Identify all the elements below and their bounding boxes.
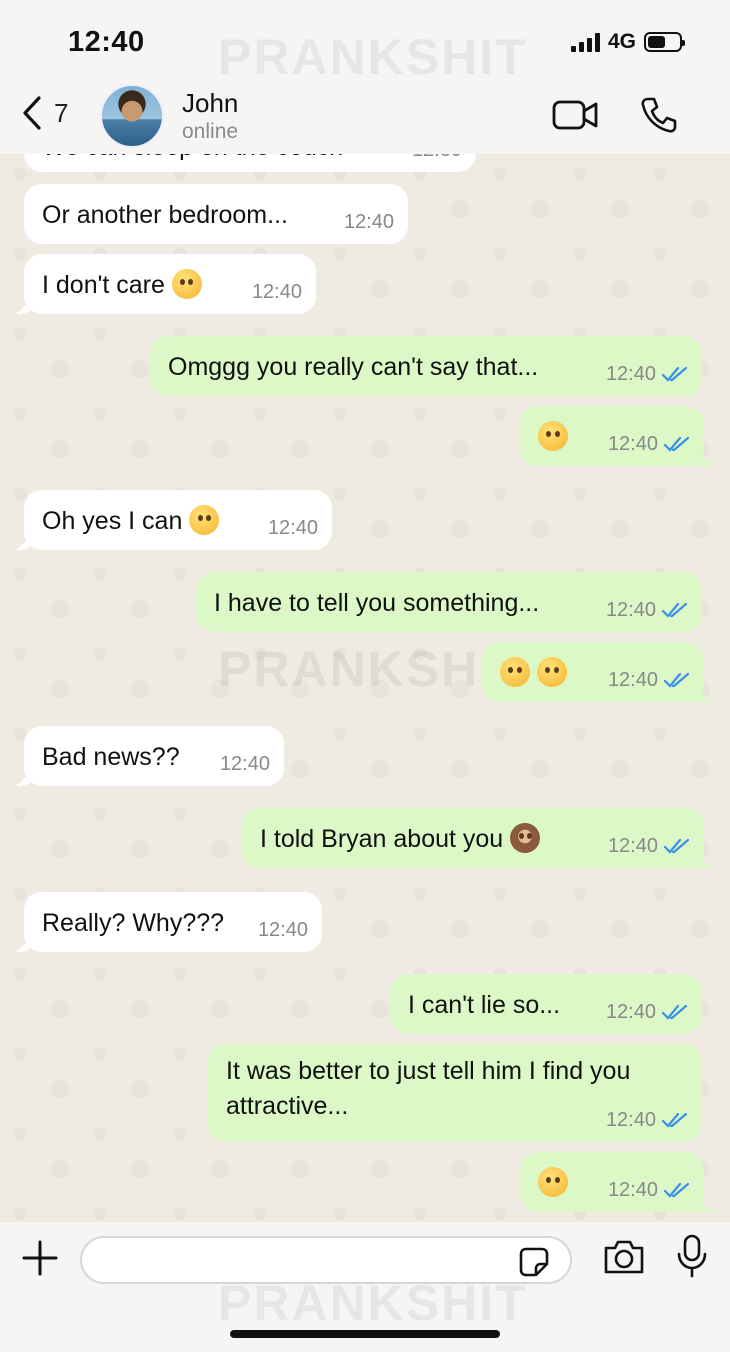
attach-button[interactable] [20, 1238, 60, 1283]
message-bubble[interactable]: Really? Why??? 12:40 [24, 892, 322, 952]
message-bubble[interactable]: Bad news?? 12:40 [24, 726, 284, 786]
message-text: I can't lie so... [408, 991, 561, 1019]
message-time: 12:40 [267, 517, 318, 539]
message-bubble[interactable]: I told Bryan about you 12:40 [242, 808, 704, 868]
message-time: 12:40 [343, 211, 394, 233]
double-check-icon [662, 1004, 688, 1020]
message-text: I don't care [42, 271, 165, 299]
camera-icon [604, 1240, 644, 1274]
camera-button[interactable] [602, 1238, 646, 1281]
message-bubble[interactable]: I can't lie so... 12:40 [390, 974, 702, 1034]
unread-count: 7 [54, 97, 69, 128]
sticker-button[interactable] [518, 1246, 550, 1283]
back-button[interactable]: 7 [22, 96, 68, 130]
double-check-icon [664, 672, 690, 688]
message-text: Omggg you really can't say that... [168, 353, 539, 381]
chat-header: 7 John online [0, 80, 730, 154]
message-text: I told Bryan about you [260, 825, 504, 853]
message-input[interactable] [80, 1236, 572, 1284]
message-bubble[interactable]: 12:40 [482, 642, 704, 702]
message-time: 12:40 [605, 363, 656, 385]
video-camera-icon [552, 100, 598, 130]
message-text: Really? Why??? [42, 909, 225, 937]
flushed-face-icon [500, 657, 530, 687]
chat-area[interactable]: PRANKSHIT We can sleep on the couch 12:3… [0, 154, 730, 1222]
voice-call-button[interactable] [640, 96, 678, 139]
video-call-button[interactable] [552, 98, 600, 137]
message-time: 12:40 [607, 835, 658, 857]
chevron-left-icon [23, 96, 41, 130]
double-check-icon [662, 1112, 688, 1128]
message-text: Or another bedroom... [42, 201, 288, 229]
message-bubble[interactable]: Or another bedroom... 12:40 [24, 184, 408, 244]
status-indicators: 4G [570, 30, 685, 54]
phone-icon [641, 97, 677, 133]
microphone-icon [677, 1234, 707, 1278]
double-check-icon [664, 436, 690, 452]
contact-status: online [182, 120, 239, 143]
battery-icon [644, 32, 685, 52]
face-with-hand-over-mouth-icon [538, 1167, 568, 1197]
status-time: 12:40 [68, 26, 145, 58]
message-bubble[interactable]: Oh yes I can 12:40 [24, 490, 332, 550]
avatar[interactable] [100, 84, 164, 148]
flushed-face-icon [536, 657, 567, 687]
message-bubble-partial[interactable]: We can sleep on the couch 12:39 [24, 154, 476, 172]
message-time: 12:40 [605, 1001, 656, 1023]
composer-bar: PRANKSHIT [0, 1222, 730, 1352]
double-check-icon [662, 366, 688, 382]
message-time: 12:40 [605, 599, 656, 621]
see-no-evil-monkey-icon [510, 823, 541, 853]
double-check-icon [662, 602, 688, 618]
message-text: Oh yes I can [42, 507, 183, 535]
message-time: 12:40 [605, 1109, 656, 1131]
network-type: 4G [607, 30, 636, 53]
contact-name[interactable]: John [182, 88, 238, 119]
message-time: 12:40 [251, 281, 302, 303]
message-time: 12:40 [607, 1179, 658, 1201]
double-check-icon [664, 1182, 690, 1198]
squinting-tongue-face-icon [171, 269, 202, 299]
message-time: 12:40 [257, 919, 308, 941]
grinning-sweat-face-icon [538, 421, 568, 451]
message-time: 12:40 [607, 669, 658, 691]
message-bubble[interactable]: 12:40 [520, 1152, 704, 1212]
message-time: 12:40 [219, 753, 270, 775]
message-text: I have to tell you something... [214, 589, 540, 617]
status-bar: 12:40 4G [0, 0, 730, 80]
plus-icon [22, 1240, 58, 1276]
signal-icon [570, 32, 600, 52]
message-bubble[interactable]: 12:40 [520, 406, 704, 466]
message-bubble[interactable]: I don't care 12:40 [24, 254, 316, 314]
message-text: Bad news?? [42, 743, 180, 771]
mic-button[interactable] [676, 1234, 708, 1283]
message-bubble[interactable]: I have to tell you something... 12:40 [196, 572, 702, 632]
message-text: We can sleep on the couch [42, 154, 343, 165]
double-check-icon [664, 838, 690, 854]
home-indicator[interactable] [230, 1330, 500, 1338]
sticker-icon [519, 1247, 549, 1277]
message-bubble[interactable]: It was better to just tell him I find yo… [208, 1044, 702, 1142]
message-time: 12:39 [412, 154, 462, 164]
message-bubble[interactable]: Omggg you really can't say that... 12:40 [150, 336, 702, 396]
relieved-face-icon [189, 505, 220, 535]
message-time: 12:40 [607, 433, 658, 455]
